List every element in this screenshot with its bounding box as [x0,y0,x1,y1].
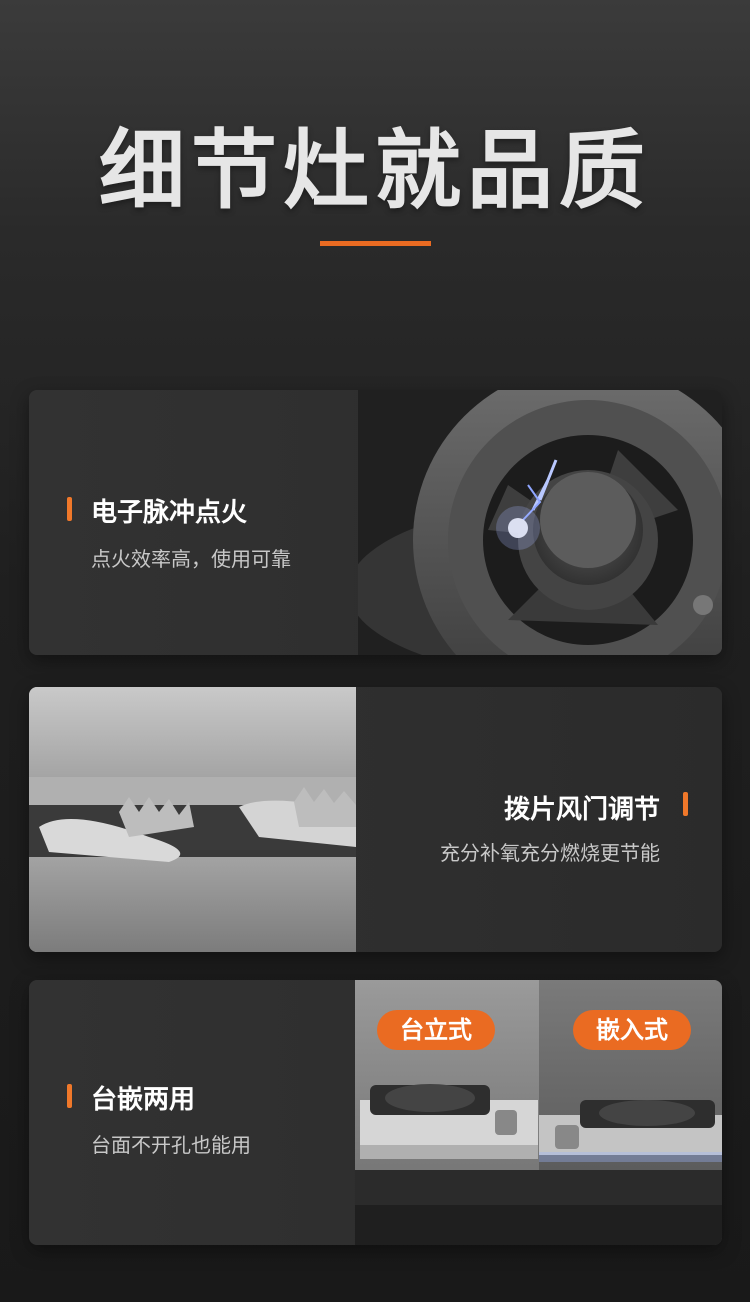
feature-card-ignition: 电子脉冲点火 点火效率高，使用可靠 [29,390,722,655]
orange-bar-marker-icon [67,1084,72,1108]
feature-subtitle: 台面不开孔也能用 [91,1133,251,1157]
feature-title: 台嵌两用 [91,1085,196,1115]
feature-subtitle: 点火效率高，使用可靠 [91,547,291,571]
title-underline [320,241,431,246]
burner-ignition-image [358,390,722,655]
feature-text-air-damper: 拨片风门调节 充分补氧充分燃烧更节能 [356,687,722,952]
air-damper-image [29,687,356,952]
feature-title: 拨片风门调节 [503,795,660,825]
orange-bar-marker-icon [67,497,72,521]
tag-freestanding: 台立式 [377,1010,495,1050]
orange-bar-marker-icon [683,792,688,816]
feature-text-ignition: 电子脉冲点火 点火效率高，使用可靠 [29,390,359,655]
feature-title: 电子脉冲点火 [91,498,248,528]
page-title: 细节灶就品质 [99,121,651,221]
feature-card-dual-mount: 台嵌两用 台面不开孔也能用 台立式 嵌入式 [29,980,722,1245]
tag-built-in: 嵌入式 [573,1010,691,1050]
feature-card-air-damper: 拨片风门调节 充分补氧充分燃烧更节能 [29,687,722,952]
feature-text-dual-mount: 台嵌两用 台面不开孔也能用 [29,980,359,1245]
feature-subtitle: 充分补氧充分燃烧更节能 [440,841,660,865]
